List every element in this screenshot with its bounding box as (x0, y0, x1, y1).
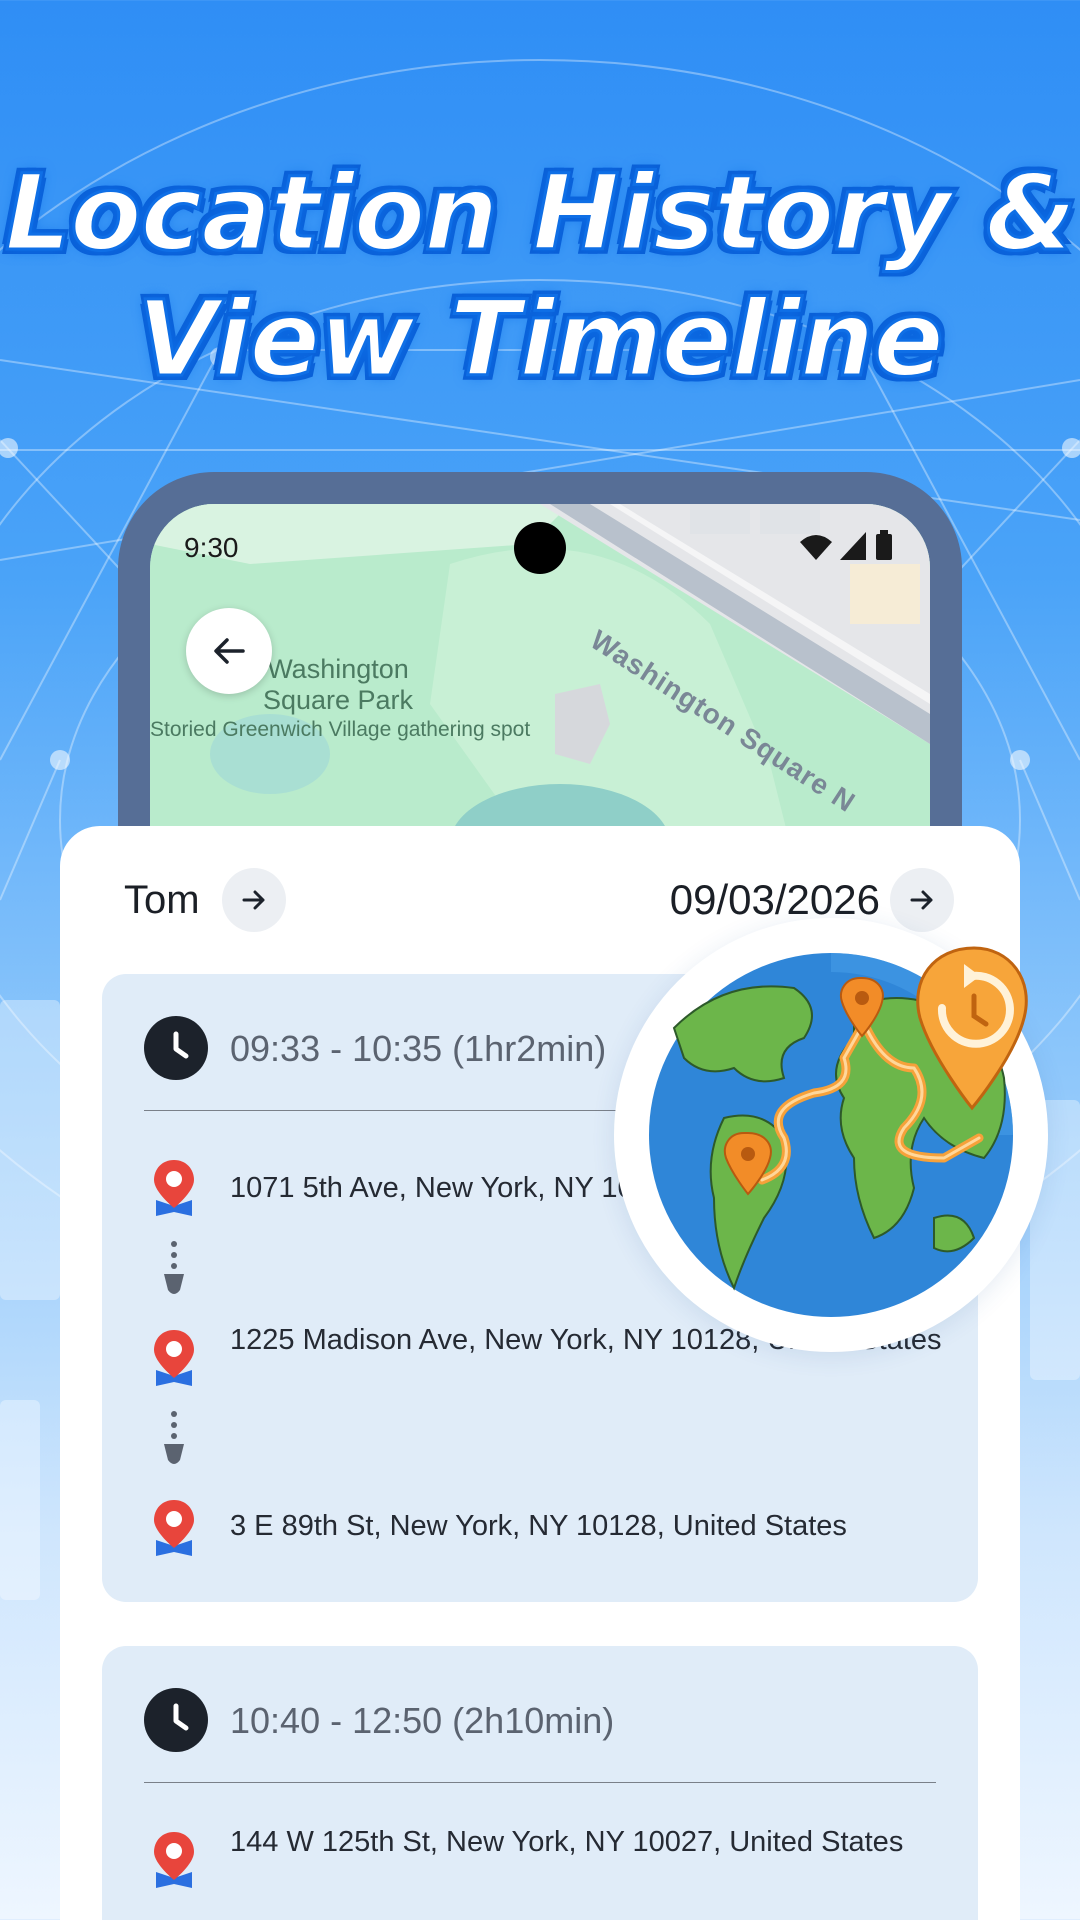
time-range: 09:33 - 10:35 (1hr2min) (230, 1028, 607, 1069)
location-pin-icon (154, 1500, 194, 1556)
headline-line-2: View Timeline (136, 277, 946, 402)
stop-address: 144 W 125th St, New York, NY 10027, Unit… (230, 1826, 904, 1858)
timeline-entry-2[interactable]: 10:40 - 12:50 (2h10min) 144 W 125th St, … (102, 1646, 978, 1920)
location-pin-icon (154, 1330, 194, 1386)
map-park-label-line-1: Washington (267, 654, 409, 684)
map-park-label: Washington Square Park (248, 654, 428, 716)
globe-route-icon (614, 918, 1048, 1352)
map-park-label-line-2: Square Park (262, 685, 414, 715)
camera-cutout (514, 522, 566, 574)
arrow-left-icon (214, 638, 245, 664)
person-name[interactable]: Tom (124, 878, 200, 923)
location-pin-icon (154, 1832, 194, 1888)
timeline-date[interactable]: 09/03/2026 (670, 876, 880, 924)
clock-icon (144, 1016, 208, 1080)
route-connector-icon (164, 1411, 184, 1464)
status-bar-icons (796, 526, 896, 571)
person-next-button[interactable] (222, 868, 286, 932)
map-park-description: Storied Greenwich Village gathering spot (150, 718, 531, 741)
wifi-icon (800, 535, 832, 560)
status-bar-time: 9:30 (184, 532, 239, 563)
route-connector-icon (164, 1241, 184, 1294)
time-range: 10:40 - 12:50 (2h10min) (230, 1700, 615, 1741)
arrow-right-icon (242, 890, 265, 910)
clock-icon (144, 1688, 208, 1752)
divider (144, 1782, 936, 1783)
headline: Location History & View Timeline (0, 150, 1080, 402)
stop-address: 3 E 89th St, New York, NY 10128, United … (230, 1510, 847, 1542)
map-view[interactable]: Washington Square N Washington Square Pa… (150, 504, 930, 844)
signal-icon (840, 532, 866, 560)
back-button[interactable] (186, 608, 272, 694)
battery-icon (876, 534, 892, 560)
arrow-right-icon (910, 890, 933, 910)
headline-line-1: Location History & (3, 151, 1077, 276)
location-pin-icon (154, 1160, 194, 1216)
